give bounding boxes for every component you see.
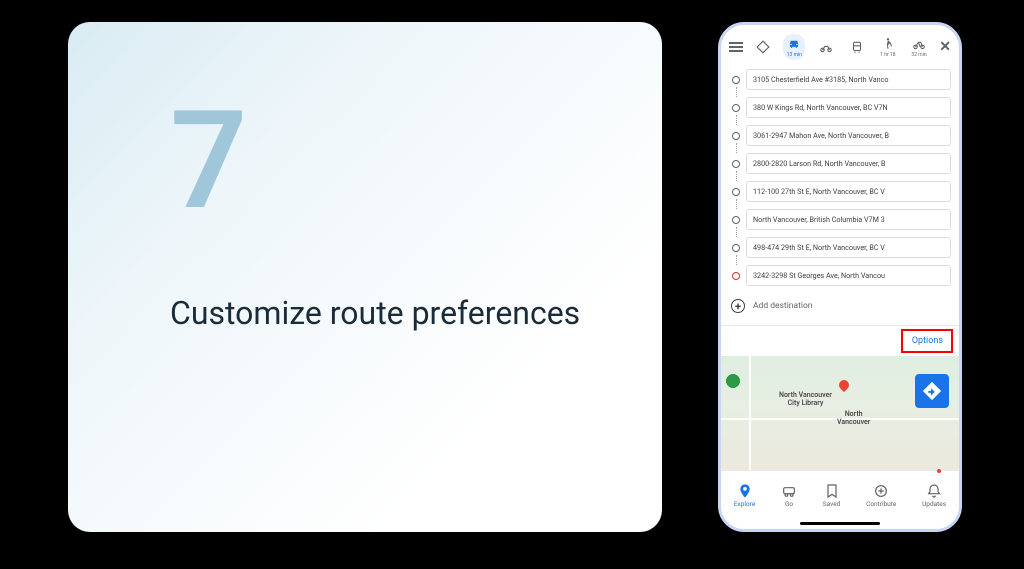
waypoint-input[interactable]: 3061-2947 Mahon Ave, North Vancouver, B <box>746 125 951 146</box>
destination-pin-icon <box>732 272 740 280</box>
phone-mock: 13 min 1 hr 18 32 min ✕ 3105 Chesterfi <box>718 22 962 532</box>
nav-saved[interactable]: Saved <box>823 483 841 508</box>
close-icon[interactable]: ✕ <box>939 39 951 55</box>
waypoint-row: 3061-2947 Mahon Ave, North Vancouver, B <box>729 125 951 146</box>
nav-saved-label: Saved <box>823 500 841 508</box>
waypoint-dot-icon <box>732 132 740 140</box>
waypoint-input[interactable]: 498-474 29th St E, North Vancouver, BC V <box>746 237 951 258</box>
mode-car-time: 13 min <box>787 52 802 58</box>
nav-go-label: Go <box>785 500 793 508</box>
map-label-library: North VancouverCity Library <box>779 392 832 407</box>
waypoint-input[interactable]: North Vancouver, British Columbia V7M 3 <box>746 209 951 230</box>
waypoint-input[interactable]: 3105 Chesterfield Ave #3185, North Vanco <box>746 69 951 90</box>
waypoint-row: 498-474 29th St E, North Vancouver, BC V <box>729 237 951 258</box>
directions-fab[interactable] <box>915 374 949 408</box>
mode-car[interactable]: 13 min <box>783 34 805 60</box>
options-strip: Options <box>721 326 959 356</box>
nav-go[interactable]: Go <box>781 483 797 508</box>
waypoint-input[interactable]: 112-100 27th St E, North Vancouver, BC V <box>746 181 951 202</box>
waypoint-dot-icon <box>732 160 740 168</box>
waypoint-row: 112-100 27th St E, North Vancouver, BC V <box>729 181 951 202</box>
nav-updates-label: Updates <box>922 500 946 508</box>
map-area[interactable]: North VancouverCity Library NorthVancouv… <box>721 356 959 470</box>
add-destination-label: Add destination <box>753 301 812 311</box>
waypoint-dot-icon <box>732 188 740 196</box>
mode-transit[interactable] <box>846 34 868 60</box>
nav-explore[interactable]: Explore <box>734 483 755 508</box>
mode-bike-time: 32 min <box>911 52 926 58</box>
waypoint-row: 380 W Kings Rd, North Vancouver, BC V7N <box>729 97 951 118</box>
nav-contribute-label: Contribute <box>866 500 896 508</box>
waypoint-dot-icon <box>732 244 740 252</box>
bottom-nav: Explore Go Saved Contribute Updates <box>721 470 959 518</box>
nav-updates[interactable]: Updates <box>922 483 946 508</box>
waypoint-row: 3105 Chesterfield Ave #3185, North Vanco <box>729 69 951 90</box>
waypoint-input[interactable]: 2800-2820 Larson Rd, North Vancouver, B <box>746 153 951 174</box>
step-number: 7 <box>170 94 244 230</box>
nav-explore-label: Explore <box>734 500 755 508</box>
waypoint-row: 2800-2820 Larson Rd, North Vancouver, B <box>729 153 951 174</box>
add-destination-button[interactable]: + Add destination <box>729 293 951 321</box>
step-title: Customize route preferences <box>170 294 580 332</box>
hamburger-icon[interactable] <box>729 42 743 52</box>
instruction-card: 7 Customize route preferences <box>68 22 662 532</box>
map-pin-icon <box>837 378 851 392</box>
nav-contribute[interactable]: Contribute <box>866 483 896 508</box>
options-button[interactable]: Options <box>904 330 951 352</box>
waypoints-list: 3105 Chesterfield Ave #3185, North Vanco… <box>721 65 959 325</box>
waypoint-dot-icon <box>732 76 740 84</box>
waypoint-row: 3242-3298 St Georges Ave, North Vancou <box>729 265 951 286</box>
home-indicator <box>800 522 880 525</box>
mode-motorcycle[interactable] <box>815 34 837 60</box>
updates-badge-icon <box>937 469 941 473</box>
mode-walk-time: 1 hr 18 <box>880 52 895 58</box>
waypoint-row: North Vancouver, British Columbia V7M 3 <box>729 209 951 230</box>
waypoint-input[interactable]: 380 W Kings Rd, North Vancouver, BC V7N <box>746 97 951 118</box>
map-label-city: NorthVancouver <box>837 411 870 426</box>
mode-best[interactable] <box>752 34 774 60</box>
mode-walk[interactable]: 1 hr 18 <box>877 34 899 60</box>
plus-icon: + <box>731 299 745 313</box>
mode-bike[interactable]: 32 min <box>908 34 930 60</box>
travel-mode-row: 13 min 1 hr 18 32 min ✕ <box>721 25 959 65</box>
waypoint-input[interactable]: 3242-3298 St Georges Ave, North Vancou <box>746 265 951 286</box>
waypoint-dot-icon <box>732 216 740 224</box>
waypoint-dot-icon <box>732 104 740 112</box>
